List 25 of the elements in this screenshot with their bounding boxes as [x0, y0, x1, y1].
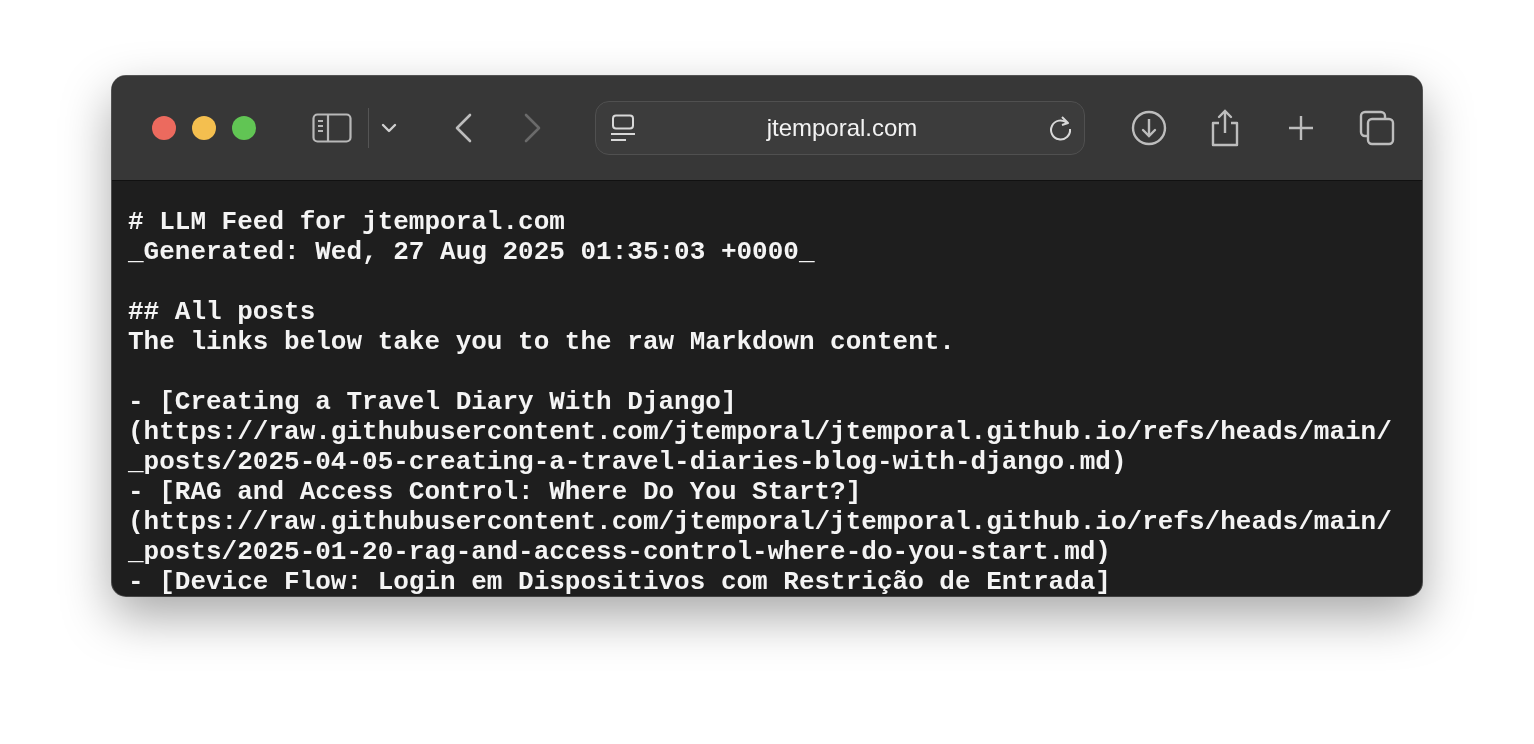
text-line: _posts/2025-01-20-rag-and-access-control-where-do-you-start.md): [128, 537, 1111, 567]
minimize-button[interactable]: [192, 116, 216, 140]
back-button[interactable]: [453, 113, 473, 143]
share-icon[interactable]: [1209, 109, 1241, 147]
reload-icon[interactable]: [1048, 114, 1074, 142]
text-line: - [Creating a Travel Diary With Django]: [128, 387, 737, 417]
text-line: ## All posts: [128, 297, 316, 327]
zoom-button[interactable]: [232, 116, 256, 140]
tab-overview-icon[interactable]: [1359, 110, 1395, 146]
new-tab-icon[interactable]: [1287, 114, 1315, 142]
text-line: The links below take you to the raw Markdown content.: [128, 327, 955, 357]
sidebar-icon[interactable]: [312, 113, 352, 143]
text-line: - [RAG and Access Control: Where Do You Start?]: [128, 477, 862, 507]
text-line: (https://raw.githubusercontent.com/jtemporal/jtemporal.github.io/refs/heads/main/: [128, 417, 1392, 447]
address-bar[interactable]: jtemporal.com: [595, 101, 1085, 155]
chevron-down-icon[interactable]: [381, 123, 397, 133]
page-menu-icon[interactable]: [610, 114, 636, 142]
text-line: _Generated: Wed, 27 Aug 2025 01:35:03 +0000_: [128, 237, 815, 267]
text-line: _posts/2025-04-05-creating-a-travel-diaries-blog-with-django.md): [128, 447, 1127, 477]
download-icon[interactable]: [1131, 110, 1167, 146]
close-button[interactable]: [152, 116, 176, 140]
address-text: jtemporal.com: [766, 114, 918, 142]
text-line: # LLM Feed for jtemporal.com: [128, 207, 565, 237]
text-line: - [Device Flow: Login em Dispositivos com Restrição de Entrada]: [128, 567, 1111, 596]
text-line: (https://raw.githubusercontent.com/jtemporal/jtemporal.github.io/refs/heads/main/: [128, 507, 1392, 537]
